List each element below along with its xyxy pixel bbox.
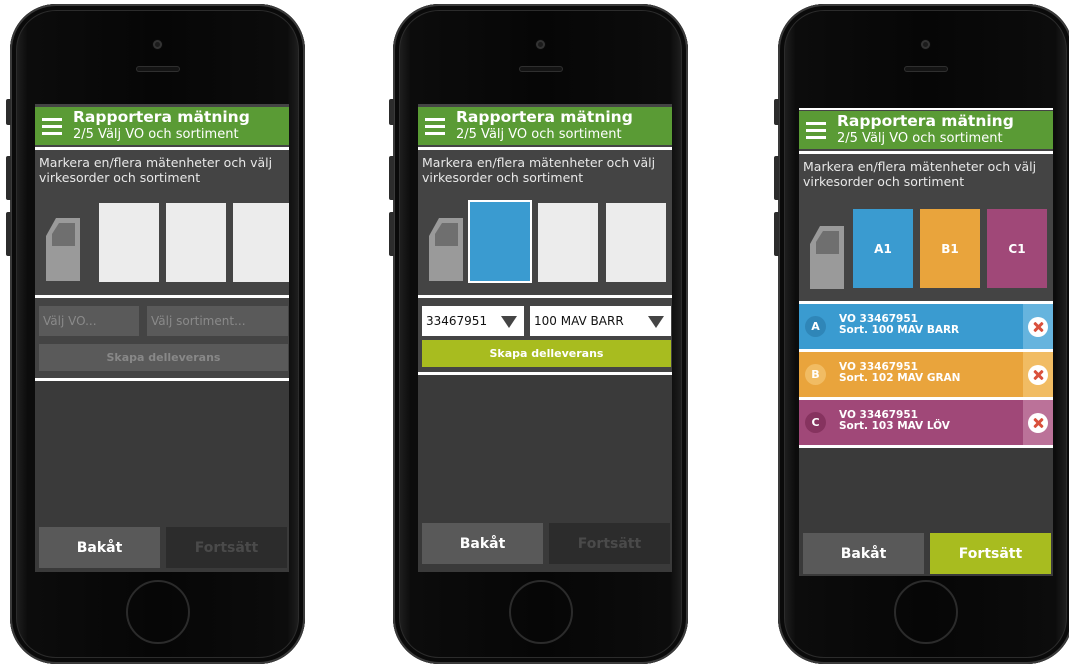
mute-switch xyxy=(389,99,394,125)
mute-switch xyxy=(6,99,11,125)
instructions-text: Markera en/flera mätenheter och välj vir… xyxy=(422,155,656,185)
divider xyxy=(418,295,672,298)
screen-step-empty: Rapportera mätning 2/5 Välj VO och sorti… xyxy=(35,104,289,572)
page-title: Rapportera mätning xyxy=(73,108,250,126)
remove-delivery-button[interactable] xyxy=(1023,352,1053,397)
delivery-row-c[interactable]: C VO 33467951 Sort. 103 MAV LÖV xyxy=(799,400,1053,445)
back-button[interactable]: Bakåt xyxy=(803,533,924,574)
create-delivery-button[interactable]: Skapa delleverans xyxy=(422,340,671,367)
close-icon xyxy=(1028,316,1048,337)
measure-unit-3[interactable] xyxy=(233,203,289,282)
divider xyxy=(35,295,289,298)
measure-unit-a1[interactable]: A1 xyxy=(853,209,913,288)
volume-up-button xyxy=(6,156,11,200)
step-subtitle: 2/5 Välj VO och sortiment xyxy=(456,127,622,142)
measure-unit-2[interactable] xyxy=(166,203,226,282)
menu-icon[interactable] xyxy=(42,118,62,135)
delivery-badge: A xyxy=(805,316,826,337)
sortiment-value: 100 MAV BARR xyxy=(534,314,624,328)
instructions-text: Markera en/flera mätenheter och välj vir… xyxy=(803,159,1037,189)
instructions-text: Markera en/flera mätenheter och välj vir… xyxy=(39,155,273,185)
mute-switch xyxy=(774,99,779,125)
continue-button[interactable]: Fortsätt xyxy=(930,533,1051,574)
home-button[interactable] xyxy=(508,580,573,644)
delivery-row-a[interactable]: A VO 33467951 Sort. 100 MAV BARR xyxy=(799,304,1053,349)
close-icon xyxy=(1028,412,1048,433)
back-button[interactable]: Bakåt xyxy=(422,523,543,564)
phone-frame-1: Rapportera mätning 2/5 Välj VO och sorti… xyxy=(6,4,305,664)
camera-icon xyxy=(536,40,545,49)
camera-icon xyxy=(153,40,162,49)
app-header: Rapportera mätning 2/5 Välj VO och sorti… xyxy=(799,111,1053,149)
vo-select[interactable]: 33467951 xyxy=(422,306,524,336)
vo-value: 33467951 xyxy=(426,314,488,328)
sortiment-select[interactable]: 100 MAV BARR xyxy=(530,306,671,336)
volume-down-button xyxy=(6,212,11,256)
page-title: Rapportera mätning xyxy=(837,112,1014,130)
back-button[interactable]: Bakåt xyxy=(39,527,160,568)
step-subtitle: 2/5 Välj VO och sortiment xyxy=(837,131,1003,146)
delivery-sort: Sort. 103 MAV LÖV xyxy=(839,420,950,432)
divider xyxy=(35,147,289,150)
phone-frame-2: Rapportera mätning 2/5 Välj VO och sorti… xyxy=(389,4,688,664)
delivery-badge: C xyxy=(805,412,826,433)
measure-unit-c1[interactable]: C1 xyxy=(987,209,1047,288)
page-title: Rapportera mätning xyxy=(456,108,633,126)
create-delivery-button[interactable]: Skapa delleverans xyxy=(39,344,288,371)
truck-cab-icon xyxy=(46,218,80,281)
volume-down-button xyxy=(774,212,779,256)
screen-step-selected: Rapportera mätning 2/5 Välj VO och sorti… xyxy=(418,104,672,572)
volume-up-button xyxy=(774,156,779,200)
continue-button[interactable]: Fortsätt xyxy=(549,523,670,564)
volume-down-button xyxy=(389,212,394,256)
measure-unit-1[interactable] xyxy=(99,203,159,282)
divider xyxy=(418,147,672,150)
speaker-grille xyxy=(903,66,948,72)
truck-cab-icon xyxy=(429,218,463,281)
dropdown-arrow-icon xyxy=(648,316,664,328)
delivery-badge: B xyxy=(805,364,826,385)
divider xyxy=(799,151,1053,154)
phone-frame-3: Rapportera mätning 2/5 Välj VO och sorti… xyxy=(774,4,1069,664)
menu-icon[interactable] xyxy=(425,118,445,135)
close-icon xyxy=(1028,364,1048,385)
delivery-row-b[interactable]: B VO 33467951 Sort. 102 MAV GRAN xyxy=(799,352,1053,397)
measure-unit-3[interactable] xyxy=(606,203,666,282)
app-header: Rapportera mätning 2/5 Välj VO och sorti… xyxy=(418,107,672,145)
vo-select[interactable]: Välj VO... xyxy=(39,306,139,336)
sortiment-select[interactable]: Välj sortiment... xyxy=(147,306,288,336)
measure-unit-2[interactable] xyxy=(538,203,598,282)
remove-delivery-button[interactable] xyxy=(1023,400,1053,445)
delivery-sort: Sort. 102 MAV GRAN xyxy=(839,372,961,384)
speaker-grille xyxy=(518,66,563,72)
app-header: Rapportera mätning 2/5 Välj VO och sorti… xyxy=(35,107,289,145)
remove-delivery-button[interactable] xyxy=(1023,304,1053,349)
measure-unit-1[interactable] xyxy=(468,200,532,283)
measure-unit-b1[interactable]: B1 xyxy=(920,209,980,288)
continue-button[interactable]: Fortsätt xyxy=(166,527,287,568)
divider xyxy=(799,108,1053,110)
speaker-grille xyxy=(135,66,180,72)
volume-up-button xyxy=(389,156,394,200)
home-button[interactable] xyxy=(893,580,958,644)
screen-step-deliveries: Rapportera mätning 2/5 Välj VO och sorti… xyxy=(799,108,1053,576)
delivery-sort: Sort. 100 MAV BARR xyxy=(839,324,960,336)
truck-cab-icon xyxy=(810,226,844,289)
dropdown-arrow-icon xyxy=(501,316,517,328)
home-button[interactable] xyxy=(125,580,190,644)
step-subtitle: 2/5 Välj VO och sortiment xyxy=(73,127,239,142)
camera-icon xyxy=(921,40,930,49)
menu-icon[interactable] xyxy=(806,122,826,139)
